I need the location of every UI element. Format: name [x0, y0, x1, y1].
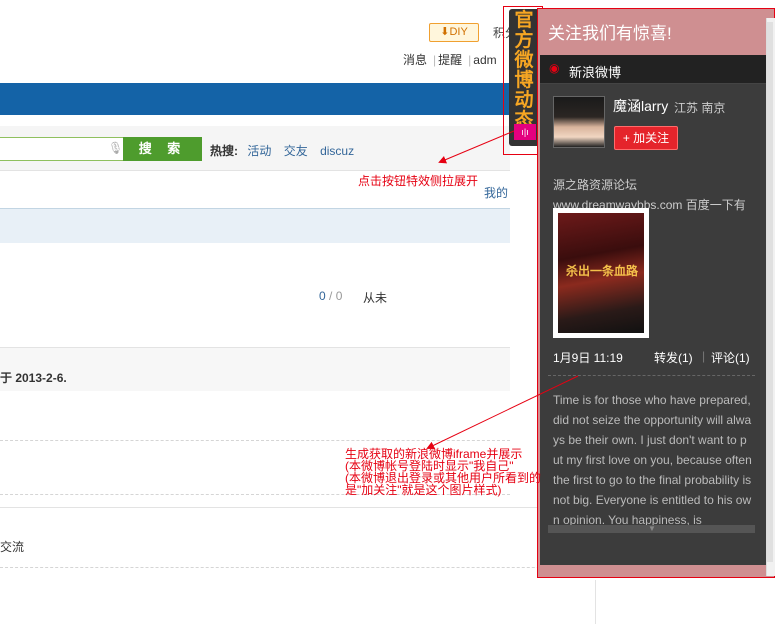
arrow-to-widget: [426, 375, 579, 450]
annotation-arrows: [426, 130, 579, 450]
arrow-to-tab: [438, 130, 515, 164]
